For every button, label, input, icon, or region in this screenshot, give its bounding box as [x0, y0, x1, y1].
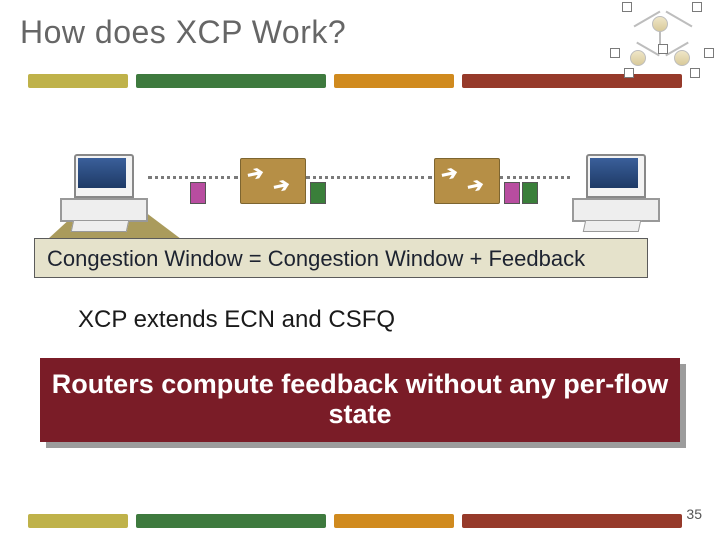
link-1-icon — [148, 176, 238, 179]
packet-c-icon — [504, 182, 520, 204]
router-1-icon: ➔➔ — [240, 158, 306, 204]
slide-title: How does XCP Work? — [20, 14, 346, 51]
formula-box: Congestion Window = Congestion Window + … — [34, 238, 648, 278]
packet-d-icon — [522, 182, 538, 204]
caption-text: XCP extends ECN and CSFQ — [78, 306, 395, 334]
divider-bottom — [28, 514, 692, 528]
host-right-icon — [572, 154, 656, 226]
divider-top — [28, 74, 692, 88]
packet-a-icon — [190, 182, 206, 204]
host-left-icon — [60, 154, 144, 226]
router-2-icon: ➔➔ — [434, 158, 500, 204]
banner-text: Routers compute feedback without any per… — [40, 370, 680, 429]
highlight-banner: Routers compute feedback without any per… — [40, 358, 680, 442]
slide-number: 35 — [686, 506, 702, 522]
corner-network-icon — [610, 0, 720, 80]
packet-b-icon — [310, 182, 326, 204]
link-3-icon — [500, 176, 570, 179]
link-2-icon — [306, 176, 432, 179]
